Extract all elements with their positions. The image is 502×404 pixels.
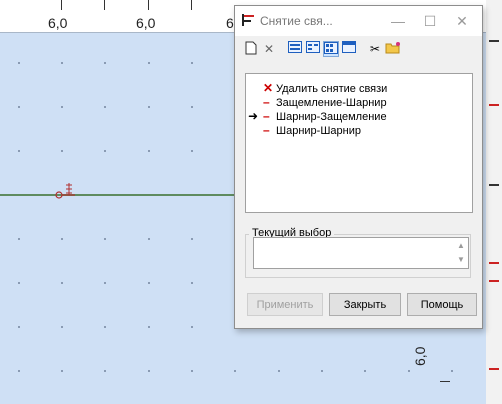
grid-dot	[104, 62, 106, 64]
apply-button[interactable]: Применить	[247, 293, 323, 316]
grid-dot	[61, 238, 63, 240]
grid-dot	[18, 282, 20, 284]
list-item[interactable]: ➜ – Шарнир-Защемление	[246, 110, 470, 124]
grid-dot	[104, 238, 106, 240]
view-details-icon[interactable]	[305, 41, 321, 57]
grid-dot	[104, 370, 106, 372]
grid-dot	[61, 326, 63, 328]
dialog-title: Снятие свя...	[260, 14, 333, 28]
grid-dot	[321, 370, 323, 372]
grid-dot	[148, 238, 150, 240]
grid-dot	[278, 370, 280, 372]
grid-dot	[61, 62, 63, 64]
release-dialog: Снятие свя... — ☐ ✕ ✕ ✂ ✕ Удалить снятие…	[234, 5, 483, 329]
hinge-support-icon	[55, 183, 75, 199]
panel-mark	[489, 368, 499, 370]
ruler-tick	[191, 0, 192, 10]
grid-dot	[148, 326, 150, 328]
list-item[interactable]: ✕ Удалить снятие связи	[246, 82, 470, 96]
beam-line	[0, 194, 236, 196]
grid-dot	[61, 370, 63, 372]
grid-dot	[18, 370, 20, 372]
delete-x-icon: ✕	[263, 81, 274, 95]
panel-mark	[489, 104, 499, 106]
list-item-label: Шарнир-Защемление	[276, 111, 387, 123]
new-doc-icon[interactable]	[243, 41, 259, 57]
panel-mark	[489, 184, 499, 186]
side-panel-strip	[486, 0, 502, 404]
ruler-label: 6,0	[48, 15, 68, 31]
grid-dot	[148, 62, 150, 64]
grid-dot	[18, 326, 20, 328]
list-item-label: Удалить снятие связи	[276, 83, 388, 95]
view-table-icon[interactable]	[341, 41, 357, 57]
right-ruler-label: 6,0	[412, 346, 428, 366]
grid-dot	[191, 326, 193, 328]
ruler-label: 6	[226, 15, 234, 31]
grid-dot	[61, 106, 63, 108]
view-list-icon[interactable]	[287, 41, 303, 57]
grid-dot	[18, 62, 20, 64]
grid-dot	[148, 370, 150, 372]
app-icon	[242, 14, 254, 26]
dialog-toolbar: ✕ ✂	[235, 37, 482, 63]
arrow-right-icon: ➜	[248, 109, 259, 123]
grid-dot	[191, 150, 193, 152]
cut-icon[interactable]: ✂	[367, 41, 383, 57]
view-grid-icon[interactable]	[323, 41, 339, 57]
grid-dot	[191, 282, 193, 284]
dash-icon: –	[263, 95, 270, 109]
grid-dot	[148, 282, 150, 284]
grid-dot	[18, 150, 20, 152]
grid-dot	[148, 150, 150, 152]
list-item-label: Шарнир-Шарнир	[276, 125, 361, 137]
grid-dot	[18, 238, 20, 240]
list-item[interactable]: – Защемление-Шарнир	[246, 96, 470, 110]
grid-dot	[18, 106, 20, 108]
grid-dot	[104, 106, 106, 108]
ruler-label: 6,0	[136, 15, 156, 31]
grid-dot	[104, 150, 106, 152]
open-folder-icon[interactable]	[385, 41, 401, 57]
grid-dot	[104, 282, 106, 284]
panel-mark	[489, 40, 499, 42]
ruler-tick	[440, 381, 450, 382]
grid-dot	[191, 370, 193, 372]
close-window-button[interactable]: ✕	[449, 10, 475, 32]
close-button[interactable]: Закрыть	[329, 293, 401, 316]
panel-mark	[489, 280, 499, 282]
scroll-up-icon[interactable]: ▲	[456, 241, 466, 251]
grid-dot	[191, 106, 193, 108]
current-selection-field[interactable]: ▲ ▼	[253, 237, 469, 269]
ruler-tick	[104, 0, 105, 10]
grid-dot	[104, 326, 106, 328]
grid-dot	[408, 370, 410, 372]
list-item-label: Защемление-Шарнир	[276, 97, 387, 109]
minimize-button[interactable]: —	[385, 10, 411, 32]
grid-dot	[148, 106, 150, 108]
delete-icon[interactable]: ✕	[261, 41, 277, 57]
grid-dot	[61, 150, 63, 152]
grid-dot	[61, 282, 63, 284]
maximize-button[interactable]: ☐	[417, 10, 443, 32]
dash-icon: –	[263, 123, 270, 137]
list-item[interactable]: – Шарнир-Шарнир	[246, 124, 470, 138]
dialog-titlebar[interactable]: Снятие свя... — ☐ ✕	[235, 6, 482, 36]
grid-dot	[191, 238, 193, 240]
scroll-down-icon[interactable]: ▼	[456, 255, 466, 265]
dash-icon: –	[263, 109, 270, 123]
grid-dot	[451, 370, 453, 372]
grid-dot	[364, 370, 366, 372]
grid-dot	[234, 370, 236, 372]
release-type-list[interactable]: ✕ Удалить снятие связи – Защемление-Шарн…	[245, 73, 473, 213]
panel-mark	[489, 262, 499, 264]
grid-dot	[191, 62, 193, 64]
ruler-tick	[148, 0, 149, 10]
ruler-tick	[61, 0, 62, 10]
help-button[interactable]: Помощь	[407, 293, 477, 316]
